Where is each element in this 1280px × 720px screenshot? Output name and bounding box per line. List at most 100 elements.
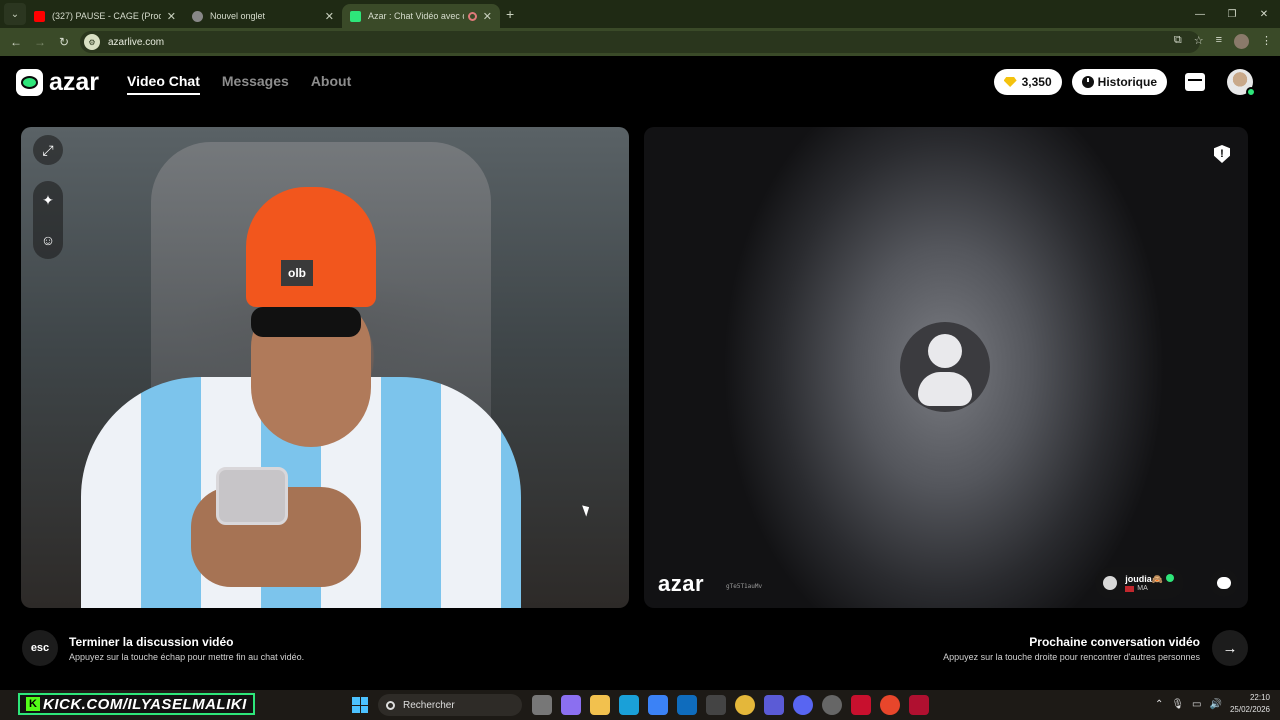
youtube-icon [34,10,45,22]
beanie-label: olb [281,260,313,286]
clock-time: 22:10 [1249,693,1270,702]
next-chat-subtitle: Appuyez sur la touche droite pour rencon… [943,651,1200,662]
close-window-icon[interactable]: ✕ [1248,0,1280,28]
back-icon[interactable]: ← [4,35,28,49]
address-bar: ← → ↻ ⚙ azarlive.com ⧉ ☆ ≡ ⋮ [0,28,1280,56]
brave-icon[interactable] [880,695,900,715]
url-text: azarlive.com [108,36,165,48]
peer-name: joudia🙈 [1125,574,1163,584]
edge-icon[interactable] [619,695,639,715]
store-icon[interactable] [648,695,668,715]
volume-icon[interactable]: 🔊 [1210,699,1222,710]
url-field[interactable]: ⚙ azarlive.com [80,31,1200,53]
next-chat-title: Prochaine conversation vidéo [1029,634,1200,649]
close-tab-icon[interactable]: ✕ [483,10,492,23]
azar-logo-icon [16,69,43,96]
system-tray: ⌃ 🎙 ▭ 🔊 22:10 25/02/2026 [1155,692,1270,716]
reload-icon[interactable]: ↻ [52,35,76,49]
copilot-icon[interactable] [561,695,581,715]
nav-video-chat[interactable]: Video Chat [127,73,200,95]
search-label: Rechercher [403,699,455,711]
report-shield-icon[interactable]: ! [1214,145,1230,163]
close-tab-icon[interactable]: ✕ [167,10,176,23]
clock-date: 25/02/2026 [1229,705,1270,714]
minimize-icon[interactable]: — [1184,0,1216,28]
tab-title: Nouvel onglet [210,11,266,21]
history-label: Historique [1097,75,1157,89]
chat-button[interactable] [1210,569,1238,597]
toolbar-actions: ⧉ ☆ ≡ ⋮ [1174,34,1272,49]
end-chat-hint: esc Terminer la discussion vidéo Appuyez… [22,630,304,666]
game-controller-icon[interactable] [764,695,784,715]
next-arrow-button[interactable]: → [1212,630,1248,666]
browser-tab-azar[interactable]: Azar : Chat Vidéo avec de n ✕ [342,4,500,28]
local-video: olb [21,127,629,608]
peer-profile-chip[interactable]: joudia🙈 MA [1095,567,1184,599]
next-chat-hint: Prochaine conversation vidéo Appuyez sur… [943,630,1248,666]
maximize-icon[interactable]: ❐ [1216,0,1248,28]
esc-key-button[interactable]: esc [22,630,58,666]
azar-logo[interactable]: azar [16,68,99,97]
header-actions: 3,350 Historique [993,69,1256,97]
azar-favicon-icon [350,10,361,22]
recording-icon [467,11,477,21]
taskbar-search[interactable]: Rechercher [378,694,522,716]
mail-icon[interactable] [677,695,697,715]
expand-icon[interactable]: ⤢ [33,135,63,165]
remote-video: ! azar gTe5T1auMv joudia🙈 MA [644,127,1248,608]
forward-icon[interactable]: → [28,35,52,49]
chat-bubble-icon [1217,577,1231,589]
nav-messages[interactable]: Messages [222,73,289,95]
start-button[interactable] [352,697,368,713]
tab-title: (327) PAUSE - CAGE (Prod by D [52,11,161,21]
browser-tab-bar: ⌄ (327) PAUSE - CAGE (Prod by D ✕ Nouvel… [0,0,1280,28]
gems-count: 3,350 [1021,75,1052,89]
nav-about[interactable]: About [311,73,351,95]
chrome-taskbar-icon[interactable] [735,695,755,715]
close-tab-icon[interactable]: ✕ [325,10,334,23]
file-explorer-icon[interactable] [590,695,610,715]
gem-icon [1003,77,1017,87]
media-control-icon[interactable]: ≡ [1216,34,1222,49]
morocco-flag-icon [1125,585,1135,592]
browser-profile-icon[interactable] [1234,34,1249,49]
browser-tab-youtube[interactable]: (327) PAUSE - CAGE (Prod by D ✕ [26,4,184,28]
bookmark-star-icon[interactable]: ☆ [1194,34,1204,49]
task-view-icon[interactable] [532,695,552,715]
site-info-icon[interactable]: ⚙ [84,34,100,50]
install-app-icon[interactable]: ⧉ [1174,34,1182,49]
shop-icon[interactable] [1185,73,1205,91]
peer-avatar-icon [1103,576,1118,590]
tab-title: Azar : Chat Vidéo avec de n [368,11,464,21]
magic-wand-icon[interactable]: ✦ [33,185,63,215]
new-tab-button[interactable]: + [506,6,514,22]
browser-tab-new[interactable]: Nouvel onglet ✕ [184,4,342,28]
adobe-icon[interactable] [851,695,871,715]
history-button[interactable]: Historique [1071,69,1167,95]
user-avatar[interactable] [1227,69,1256,97]
app-icon[interactable] [909,695,929,715]
pinned-apps [532,695,929,715]
chrome-icon [192,10,203,22]
sticker-icon[interactable]: ☺ [33,225,63,255]
end-chat-subtitle: Appuyez sur la touche échap pour mettre … [69,651,305,662]
effects-group: ✦ ☺ [33,181,63,259]
phone-image [216,467,288,525]
microphone-icon[interactable]: 🎙 [1171,699,1184,710]
verified-badge-icon [1166,574,1174,582]
stream-url: KICK.COM/ILYASELMALIKI [43,695,247,713]
discord-icon[interactable] [793,695,813,715]
obs-icon[interactable] [822,695,842,715]
sunglasses-image [251,307,361,337]
clock[interactable]: 22:10 25/02/2026 [1230,692,1270,716]
gems-balance-button[interactable]: 3,350 [993,69,1062,95]
browser-menu-icon[interactable]: ⋮ [1261,34,1272,49]
azar-watermark: azar [658,571,705,596]
search-icon [386,700,395,710]
tab-search-button[interactable]: ⌄ [4,3,26,25]
chevron-up-icon[interactable]: ⌃ [1155,699,1163,710]
network-icon[interactable]: ▭ [1192,699,1201,710]
online-badge [1246,87,1256,97]
clapperboard-icon[interactable] [706,695,726,715]
window-controls: — ❐ ✕ [1184,0,1280,28]
